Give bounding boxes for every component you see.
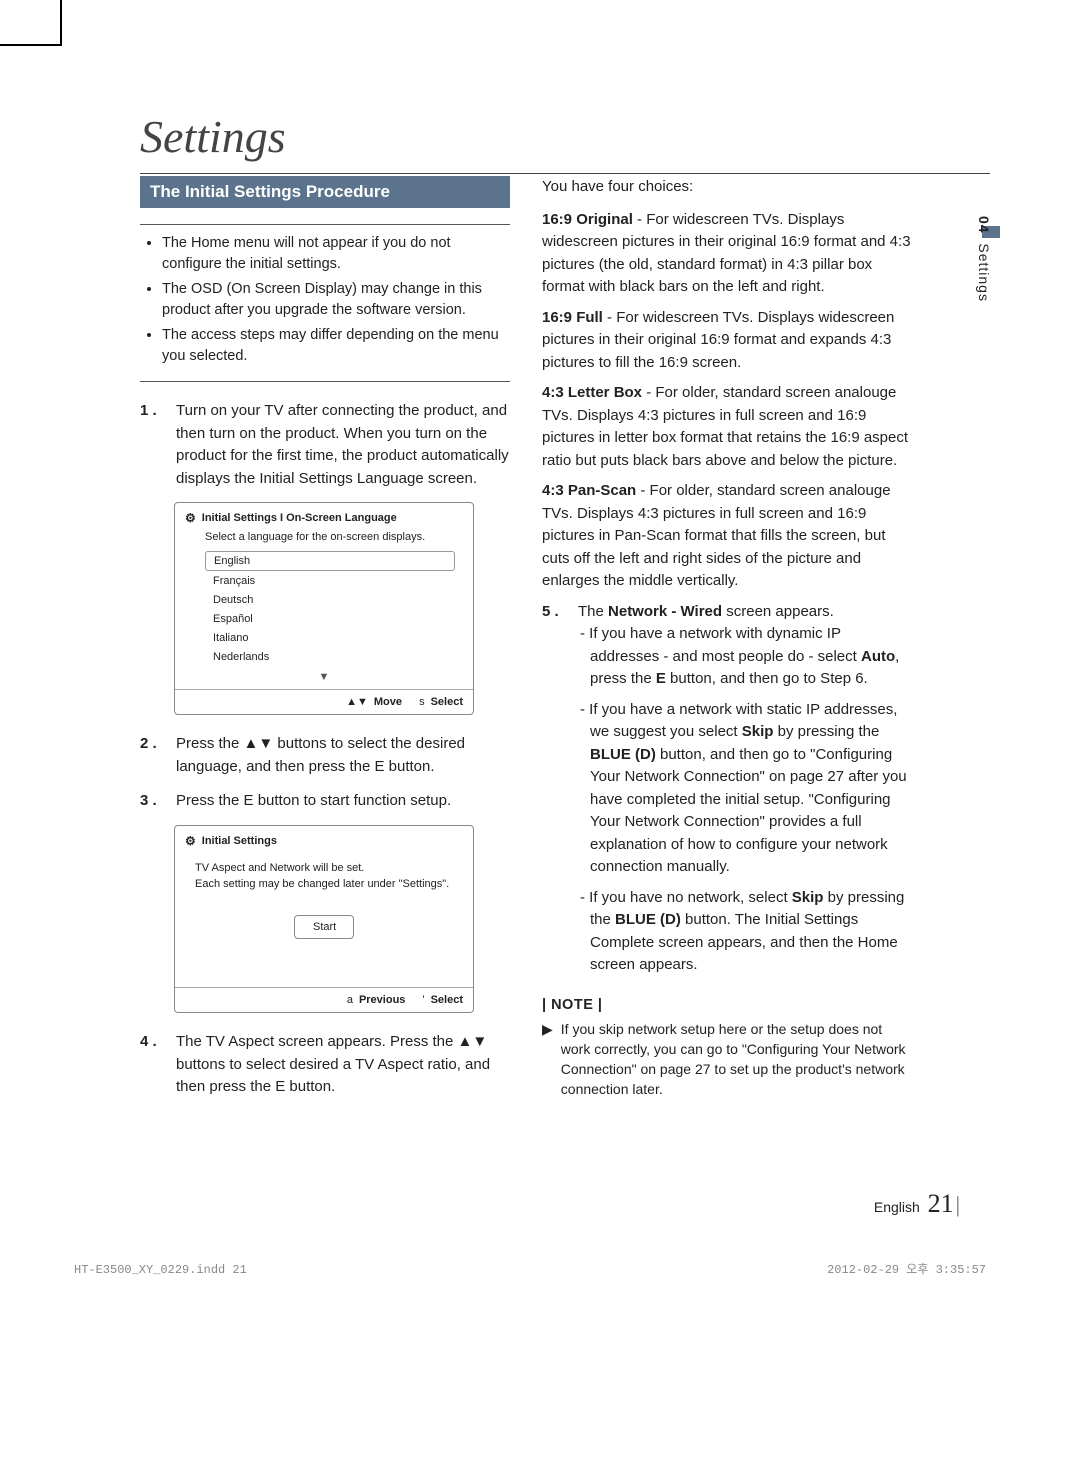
section-label: Settings [976,243,992,302]
warning-item: The access steps may differ depending on… [162,325,506,367]
panel-text: Each setting may be changed later under … [195,876,453,893]
aspect-option: 4:3 Pan-Scan - For older, standard scree… [542,480,912,593]
language-option[interactable]: Italiano [205,629,455,647]
step-text: The Network - Wired screen appears. If y… [578,601,912,985]
panel-footer: a Previous ' Select [175,987,473,1012]
language-option[interactable]: Español [205,610,455,628]
step-1: 1 . Turn on your TV after connecting the… [140,400,510,490]
select-symbol: ' [422,994,424,1006]
aspect-label: 4:3 Letter Box [542,384,642,401]
osd-panel-initial-settings: ⚙ Initial Settings TV Aspect and Network… [174,825,474,1014]
warning-box: The Home menu will not appear if you do … [140,224,510,382]
select-label: Select [431,696,463,708]
aspect-option: 16:9 Full - For widescreen TVs. Displays… [542,307,912,375]
note-item: ▶ If you skip network setup here or the … [542,1019,912,1100]
step-5: 5 . The Network - Wired screen appears. … [542,601,912,985]
divider [140,173,990,174]
step-number: 1 . [140,400,160,490]
select-label: Select [431,994,463,1006]
panel-footer: ▲▼ Move s Select [175,689,473,714]
start-button[interactable]: Start [294,915,354,940]
section-band: The Initial Settings Procedure [140,176,510,208]
right-column: You have four choices: 16:9 Original - F… [542,176,912,1111]
language-option[interactable]: English [205,551,455,571]
step-4: 4 . The TV Aspect screen appears. Press … [140,1031,510,1099]
osd-panel-language: ⚙ Initial Settings I On-Screen Language … [174,502,474,715]
substep: If you have a network with static IP add… [578,699,912,879]
aspect-option: 4:3 Letter Box - For older, standard scr… [542,382,912,472]
page-number-block: English 21| [874,1189,960,1219]
section-number: 04 [976,216,992,234]
step-3: 3 . Press the E button to start function… [140,790,510,813]
step-number: 3 . [140,790,160,813]
substep: If you have a network with dynamic IP ad… [578,623,912,691]
move-label: Move [374,696,402,708]
footer-left: HT-E3500_XY_0229.indd 21 [74,1263,247,1277]
crop-mark [60,0,62,46]
left-column: The Initial Settings Procedure The Home … [140,176,510,1111]
language-option[interactable]: Deutsch [205,591,455,609]
panel-text: TV Aspect and Network will be set. [195,860,453,877]
crop-mark [0,44,60,46]
language-option[interactable]: Français [205,572,455,590]
step-text: Press the E button to start function set… [176,790,510,813]
aspect-label: 16:9 Full [542,309,603,326]
intro-text: You have four choices: [542,176,912,199]
step-number: 4 . [140,1031,160,1099]
warning-item: The OSD (On Screen Display) may change i… [162,279,506,321]
language-list: English Français Deutsch Español Italian… [175,551,473,671]
aspect-label: 16:9 Original [542,211,633,228]
warning-item: The Home menu will not appear if you do … [162,233,506,275]
step-text: The TV Aspect screen appears. Press the … [176,1031,510,1099]
aspect-option: 16:9 Original - For widescreen TVs. Disp… [542,209,912,299]
step-text: Turn on your TV after connecting the pro… [176,400,510,490]
prev-symbol: a [347,994,353,1006]
note-text: If you skip network setup here or the se… [561,1019,912,1100]
gear-icon: ⚙ [185,511,196,525]
language-label: English [874,1199,920,1215]
select-symbol: s [419,696,425,708]
panel-title: Initial Settings [202,835,277,847]
page-title: Settings [140,110,990,163]
gear-icon: ⚙ [185,834,196,848]
aspect-label: 4:3 Pan-Scan [542,482,636,499]
language-option[interactable]: Nederlands [205,648,455,666]
footer-right: 2012-02-29 오후 3:35:57 [827,1260,986,1277]
step-number: 2 . [140,733,160,778]
note-header: | NOTE | [542,997,912,1013]
prev-label: Previous [359,994,405,1006]
scroll-down-icon: ▼ [175,671,473,689]
move-symbol: ▲▼ [346,696,368,708]
bullet-icon: ▶ [542,1019,553,1100]
step-text: Press the ▲▼ buttons to select the desir… [176,733,510,778]
step-number: 5 . [542,601,562,985]
step-2: 2 . Press the ▲▼ buttons to select the d… [140,733,510,778]
section-tab: 04 Settings [976,216,992,302]
manual-page: Settings The Initial Settings Procedure … [0,0,1080,1479]
panel-subtitle: Select a language for the on-screen disp… [175,529,473,551]
substep: If you have no network, select Skip by p… [578,887,912,977]
page-number: 21 [928,1189,954,1218]
panel-title: Initial Settings I On-Screen Language [202,512,397,524]
